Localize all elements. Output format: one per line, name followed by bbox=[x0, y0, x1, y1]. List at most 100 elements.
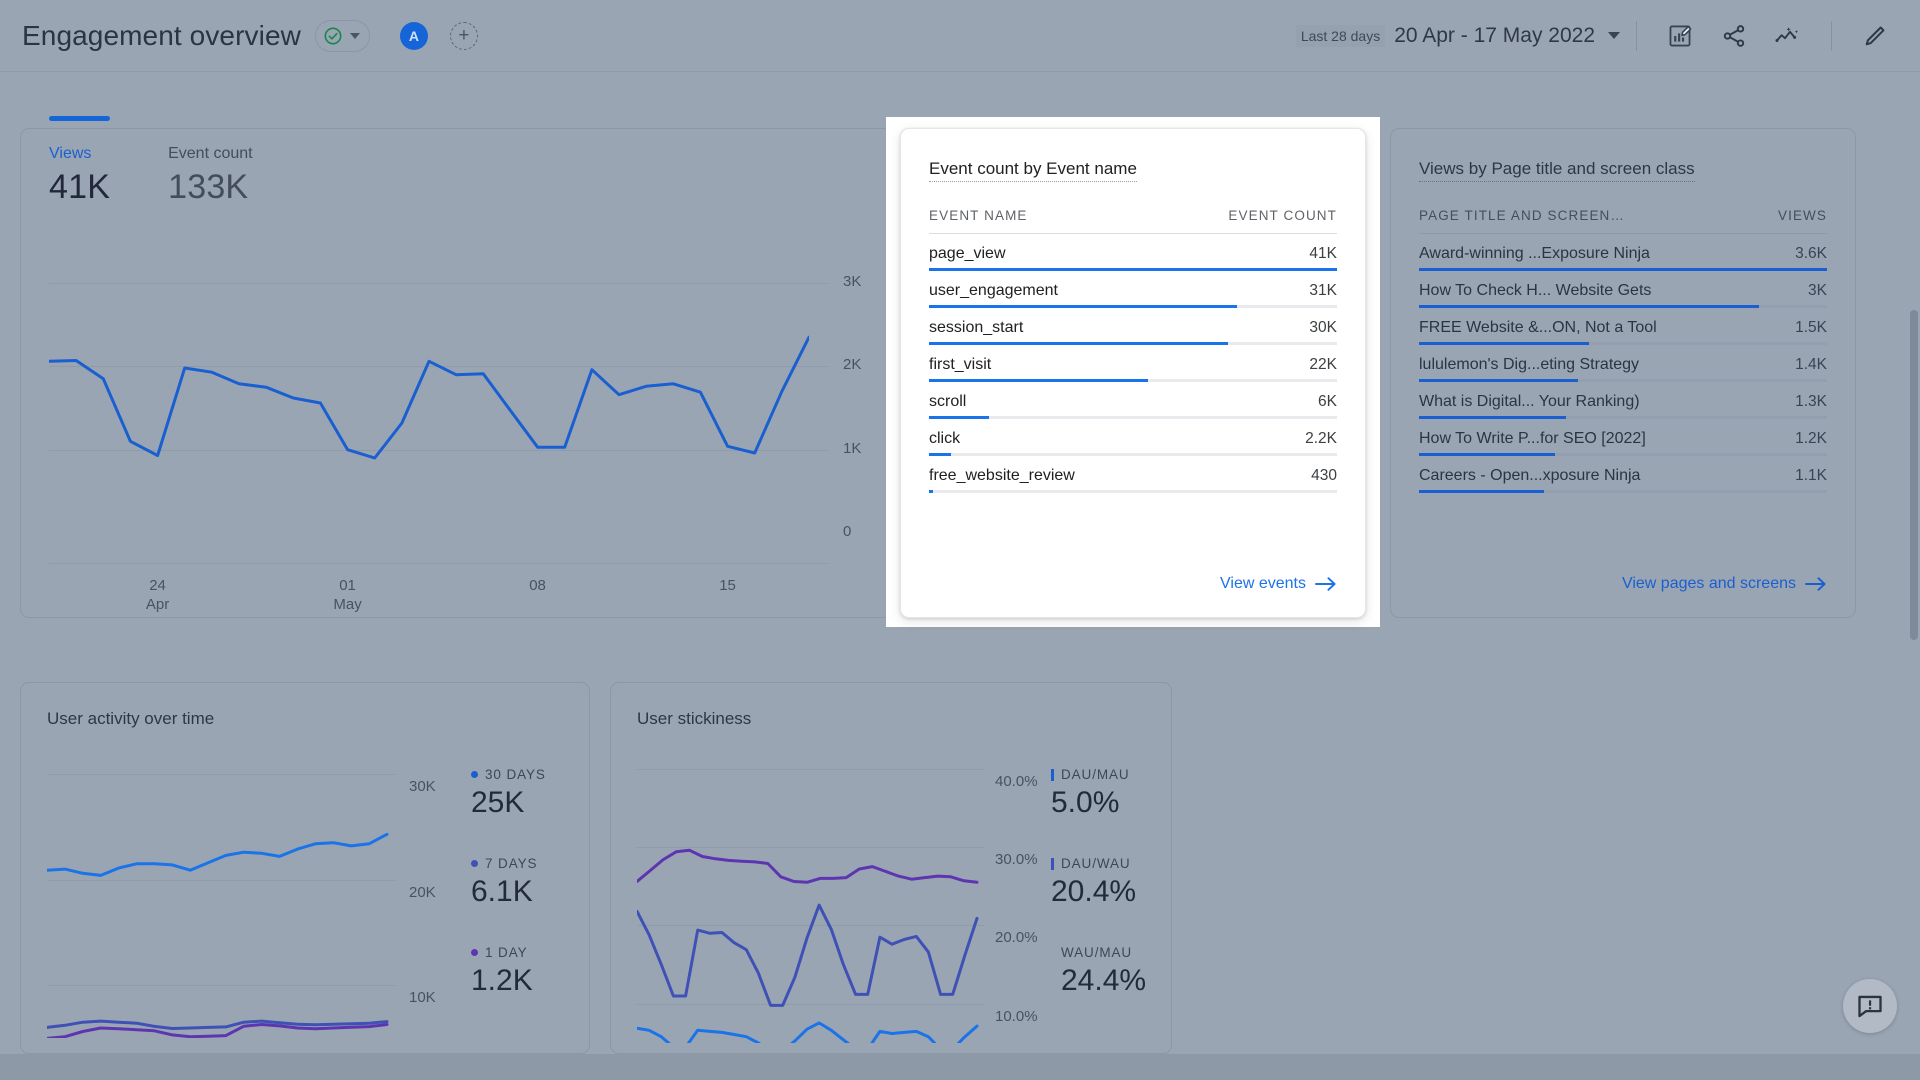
row-label[interactable]: What is Digital... Your Ranking) bbox=[1419, 393, 1640, 411]
y-axis-tick: 3K bbox=[843, 273, 862, 290]
y-axis-tick: 20.0% bbox=[995, 929, 1038, 947]
table-row[interactable]: FREE Website &...ON, Not a Tool 1.5K bbox=[1419, 308, 1827, 345]
avatar[interactable]: A bbox=[399, 21, 428, 50]
legend-value-dau-mau: 5.0% bbox=[1051, 786, 1120, 819]
bottom-strip bbox=[0, 1054, 1920, 1080]
y-axis-tick: 20K bbox=[409, 883, 436, 901]
top-bar-left: Engagement overview A + bbox=[0, 19, 478, 52]
toolbar-divider bbox=[1636, 20, 1637, 51]
row-label[interactable]: FREE Website &...ON, Not a Tool bbox=[1419, 319, 1657, 337]
activity-legend: 30 DAYS 25K 7 DAYS 6.1K 1 DAY 1.2K bbox=[471, 767, 546, 998]
page-scrollbar[interactable] bbox=[1910, 310, 1918, 640]
report-status-pill[interactable] bbox=[314, 19, 370, 52]
row-value: 30K bbox=[1309, 319, 1337, 336]
axis-baseline bbox=[49, 563, 829, 564]
metric-tabs: Views 41K Event count 133K bbox=[21, 116, 891, 221]
stickiness-legend: DAU/MAU 5.0% DAU/WAU 20.4% WAU/MAU 24.4% bbox=[1051, 767, 1146, 998]
stickiness-metric-dau-mau: DAU/MAU 5.0% bbox=[1051, 767, 1146, 820]
row-label[interactable]: How To Write P...for SEO [2022] bbox=[1419, 430, 1646, 448]
x-axis-tick: 01 May bbox=[333, 577, 362, 613]
add-user-button[interactable]: + bbox=[449, 21, 478, 50]
legend-value-1-day: 1.2K bbox=[471, 964, 533, 997]
chevron-down-icon[interactable] bbox=[1608, 32, 1620, 39]
legend-label-wau-mau: WAU/MAU bbox=[1061, 945, 1133, 960]
y-axis-tick: 1K bbox=[843, 439, 862, 457]
tab-event-count[interactable]: Event count 133K bbox=[168, 125, 253, 221]
row-value: 31K bbox=[1309, 282, 1337, 299]
table-row[interactable]: click 2.2K bbox=[929, 419, 1337, 456]
pages-card-title: Views by Page title and screen class bbox=[1419, 159, 1695, 182]
insights-icon[interactable] bbox=[1773, 21, 1803, 51]
tab-views[interactable]: Views 41K bbox=[49, 116, 111, 221]
row-label[interactable]: lululemon's Dig...eting Strategy bbox=[1419, 356, 1639, 374]
table-row[interactable]: session_start 30K bbox=[929, 308, 1337, 345]
legend-label-1-day: 1 DAY bbox=[485, 945, 528, 960]
date-range-text[interactable]: 20 Apr - 17 May 2022 bbox=[1394, 24, 1595, 48]
row-value: 1.2K bbox=[1795, 430, 1827, 447]
table-row[interactable]: Award-winning ...Exposure Ninja 3.6K bbox=[1419, 234, 1827, 271]
table-row[interactable]: Careers - Open...xposure Ninja 1.1K bbox=[1419, 456, 1827, 493]
pages-col-name: PAGE TITLE AND SCREEN… bbox=[1419, 208, 1625, 223]
toolbar-divider-2 bbox=[1831, 20, 1832, 51]
tab-event-count-label: Event count bbox=[168, 145, 253, 162]
row-label[interactable]: page_view bbox=[929, 245, 1006, 263]
events-card-title: Event count by Event name bbox=[929, 159, 1137, 182]
y-axis-tick: 10.0% bbox=[995, 1007, 1038, 1025]
legend-value-7-days: 6.1K bbox=[471, 875, 533, 908]
y-axis-tick: 2K bbox=[843, 356, 862, 374]
legend-label-dau-mau: DAU/MAU bbox=[1061, 767, 1130, 782]
customize-report-icon[interactable] bbox=[1665, 21, 1695, 51]
page-title: Engagement overview bbox=[22, 19, 301, 51]
table-row[interactable]: free_website_review 430 bbox=[929, 456, 1337, 493]
table-row[interactable]: scroll 6K bbox=[929, 382, 1337, 419]
events-col-value: EVENT COUNT bbox=[1228, 208, 1337, 223]
row-label[interactable]: How To Check H... Website Gets bbox=[1419, 282, 1651, 300]
user-stickiness-card: User stickiness 40.0% 30.0% 20.0% 10.0% DAU… bbox=[610, 682, 1172, 1054]
feedback-icon bbox=[1856, 992, 1884, 1020]
edit-pencil-icon[interactable] bbox=[1860, 21, 1890, 51]
row-label[interactable]: Award-winning ...Exposure Ninja bbox=[1419, 245, 1650, 263]
pages-table-header: PAGE TITLE AND SCREEN… VIEWS bbox=[1419, 208, 1827, 233]
row-label[interactable]: user_engagement bbox=[929, 282, 1058, 300]
table-row[interactable]: lululemon's Dig...eting Strategy 1.4K bbox=[1419, 345, 1827, 382]
legend-dot-7-days bbox=[471, 860, 478, 867]
activity-metric-1day: 1 DAY 1.2K bbox=[471, 945, 546, 998]
row-bar-track bbox=[1419, 490, 1827, 493]
legend-label-30-days: 30 DAYS bbox=[485, 767, 546, 782]
legend-value-dau-wau: 20.4% bbox=[1051, 875, 1137, 908]
row-value: 41K bbox=[1309, 245, 1337, 262]
view-events-label: View events bbox=[1220, 575, 1306, 592]
view-pages-label: View pages and screens bbox=[1621, 575, 1796, 592]
row-label[interactable]: scroll bbox=[929, 393, 966, 411]
arrow-right-icon bbox=[1315, 576, 1337, 592]
table-row[interactable]: How To Check H... Website Gets 3K bbox=[1419, 271, 1827, 308]
row-value: 1.1K bbox=[1795, 467, 1827, 484]
row-label[interactable]: session_start bbox=[929, 319, 1023, 337]
views-by-page-title-card: Views by Page title and screen class PAG… bbox=[1390, 128, 1856, 618]
stickiness-card-title: User stickiness bbox=[637, 709, 752, 728]
table-row[interactable]: How To Write P...for SEO [2022] 1.2K bbox=[1419, 419, 1827, 456]
table-row[interactable]: What is Digital... Your Ranking) 1.3K bbox=[1419, 382, 1827, 419]
row-label[interactable]: click bbox=[929, 430, 960, 448]
y-axis-tick: 30.0% bbox=[995, 851, 1038, 869]
row-label[interactable]: Careers - Open...xposure Ninja bbox=[1419, 467, 1640, 485]
view-pages-and-screens-link[interactable]: View pages and screens bbox=[1622, 575, 1827, 593]
event-count-by-event-name-card: Event count by Event name EVENT NAME EVE… bbox=[900, 128, 1366, 618]
legend-label-7-days: 7 DAYS bbox=[485, 856, 538, 871]
row-label[interactable]: first_visit bbox=[929, 356, 991, 374]
row-value: 1.4K bbox=[1795, 356, 1827, 373]
view-events-link[interactable]: View events bbox=[1220, 575, 1337, 593]
table-row[interactable]: page_view 41K bbox=[929, 234, 1337, 271]
share-icon[interactable] bbox=[1719, 21, 1749, 51]
activity-metric-30days: 30 DAYS 25K bbox=[471, 767, 546, 820]
table-row[interactable]: first_visit 22K bbox=[929, 345, 1337, 382]
user-activity-over-time-card: User activity over time 30K 20K 10K 30 DAY… bbox=[20, 682, 590, 1054]
y-axis-tick: 0 bbox=[843, 523, 852, 540]
date-range-badge: Last 28 days bbox=[1295, 24, 1386, 47]
row-value: 1.5K bbox=[1795, 319, 1827, 336]
table-row[interactable]: user_engagement 31K bbox=[929, 271, 1337, 308]
user-activity-chart: 30K 20K 10K bbox=[47, 753, 436, 1043]
row-label[interactable]: free_website_review bbox=[929, 467, 1075, 485]
feedback-button[interactable] bbox=[1843, 979, 1897, 1033]
arrow-right-icon bbox=[1805, 576, 1827, 592]
